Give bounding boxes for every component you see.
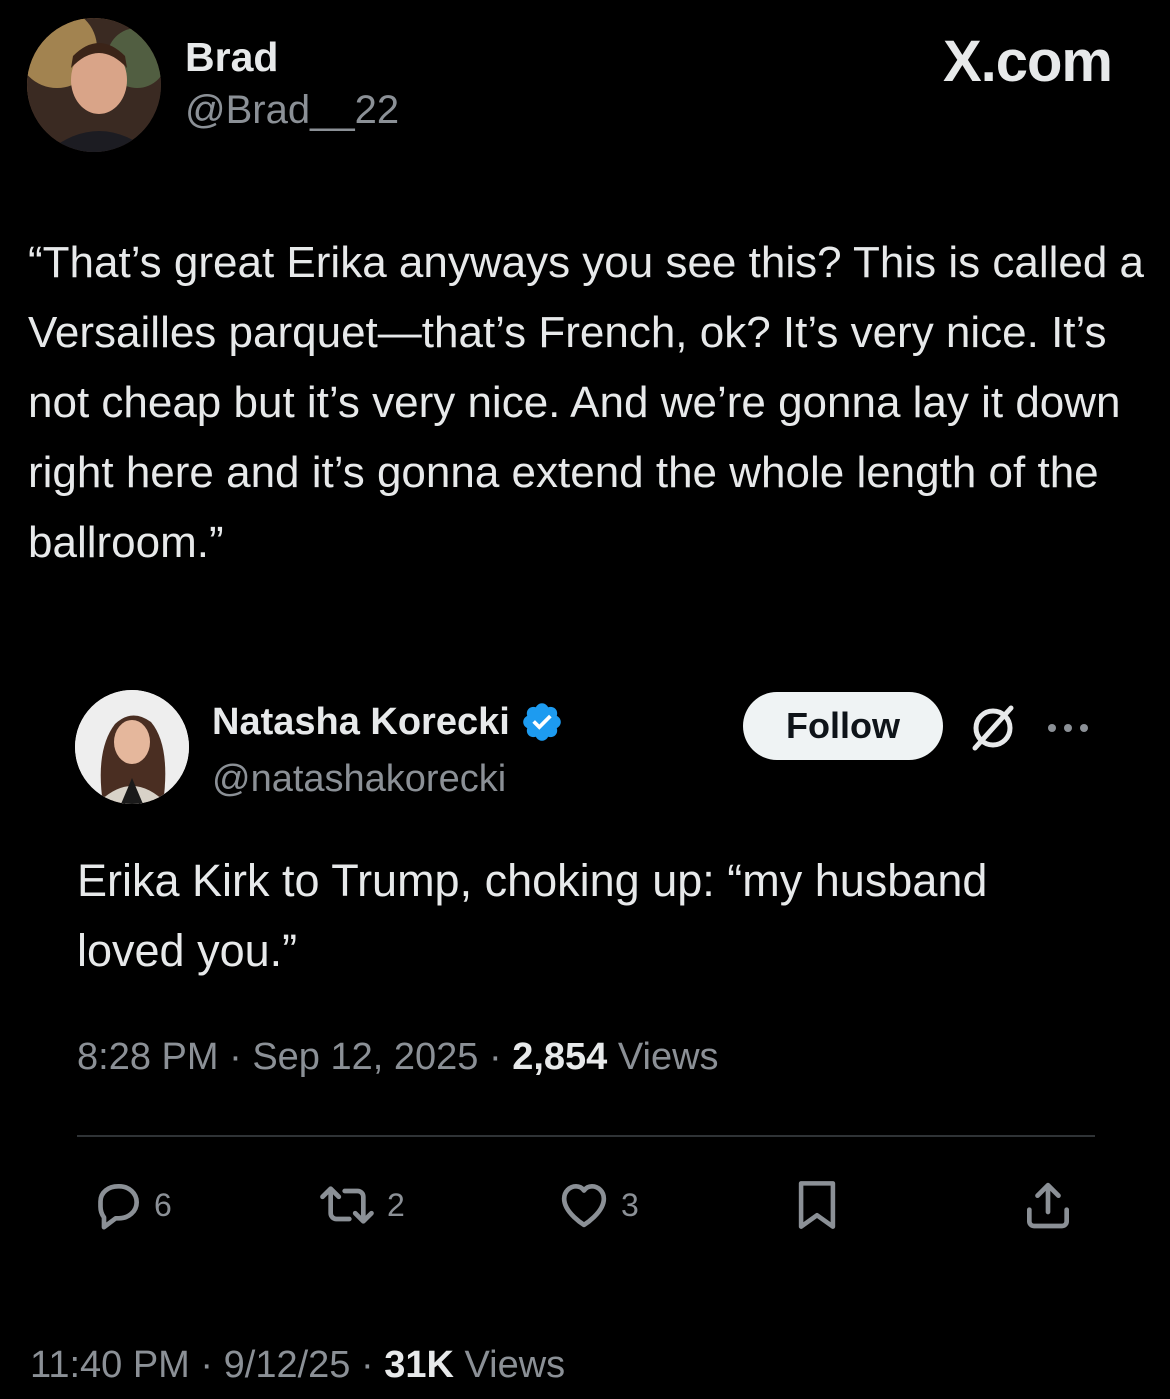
site-label: X.com bbox=[942, 29, 1113, 94]
quoted-author-name-row: Natasha Korecki bbox=[212, 700, 564, 744]
author-avatar[interactable] bbox=[27, 18, 161, 152]
tweet-meta: 11:40 PM · 9/12/25 · 31K Views bbox=[30, 1344, 565, 1387]
grok-icon[interactable] bbox=[965, 700, 1021, 756]
author-name[interactable]: Brad bbox=[185, 34, 278, 81]
reply-count: 6 bbox=[154, 1186, 172, 1223]
tweet-time[interactable]: 11:40 PM bbox=[30, 1344, 190, 1386]
meta-separator: · bbox=[200, 1344, 214, 1386]
quoted-author-name[interactable]: Natasha Korecki bbox=[212, 701, 510, 744]
repost-icon bbox=[320, 1186, 374, 1224]
quoted-tweet-date[interactable]: Sep 12, 2025 bbox=[252, 1036, 478, 1078]
quoted-tweet-meta: 8:28 PM · Sep 12, 2025 · 2,854 Views bbox=[77, 1036, 719, 1079]
like-count: 3 bbox=[621, 1186, 639, 1223]
share-icon bbox=[1027, 1182, 1069, 1229]
quoted-tweet-text: Erika Kirk to Trump, choking up: “my hus… bbox=[77, 855, 988, 976]
share-button[interactable] bbox=[1020, 1175, 1076, 1235]
divider bbox=[77, 1135, 1095, 1137]
verified-badge-icon bbox=[523, 703, 561, 741]
tweet-text: “That’s great Erika anyways you see this… bbox=[28, 238, 1145, 567]
bookmark-icon bbox=[798, 1181, 836, 1229]
meta-separator: · bbox=[360, 1344, 374, 1386]
quoted-tweet-views-count: 2,854 bbox=[512, 1036, 608, 1078]
like-icon bbox=[561, 1184, 607, 1228]
meta-separator: · bbox=[488, 1036, 502, 1078]
author-handle[interactable]: @Brad__22 bbox=[185, 88, 399, 133]
reply-icon bbox=[98, 1184, 140, 1230]
quoted-author-avatar[interactable] bbox=[75, 690, 189, 804]
meta-separator: · bbox=[229, 1036, 242, 1078]
repost-button[interactable]: 2 bbox=[315, 1175, 405, 1235]
quoted-author-handle[interactable]: @natashakorecki bbox=[212, 758, 506, 801]
quoted-tweet-views-label: Views bbox=[617, 1036, 719, 1078]
follow-button[interactable]: Follow bbox=[743, 692, 943, 760]
more-icon[interactable] bbox=[1044, 720, 1092, 736]
quoted-tweet-time[interactable]: 8:28 PM bbox=[77, 1036, 219, 1078]
tweet-views-label: Views bbox=[464, 1344, 566, 1386]
bookmark-button[interactable] bbox=[792, 1175, 842, 1235]
tweet-date[interactable]: 9/12/25 bbox=[224, 1344, 351, 1386]
reply-button[interactable]: 6 bbox=[90, 1175, 172, 1235]
like-button[interactable]: 3 bbox=[555, 1175, 639, 1235]
repost-count: 2 bbox=[387, 1186, 405, 1223]
tweet-views-count: 31K bbox=[384, 1344, 454, 1386]
